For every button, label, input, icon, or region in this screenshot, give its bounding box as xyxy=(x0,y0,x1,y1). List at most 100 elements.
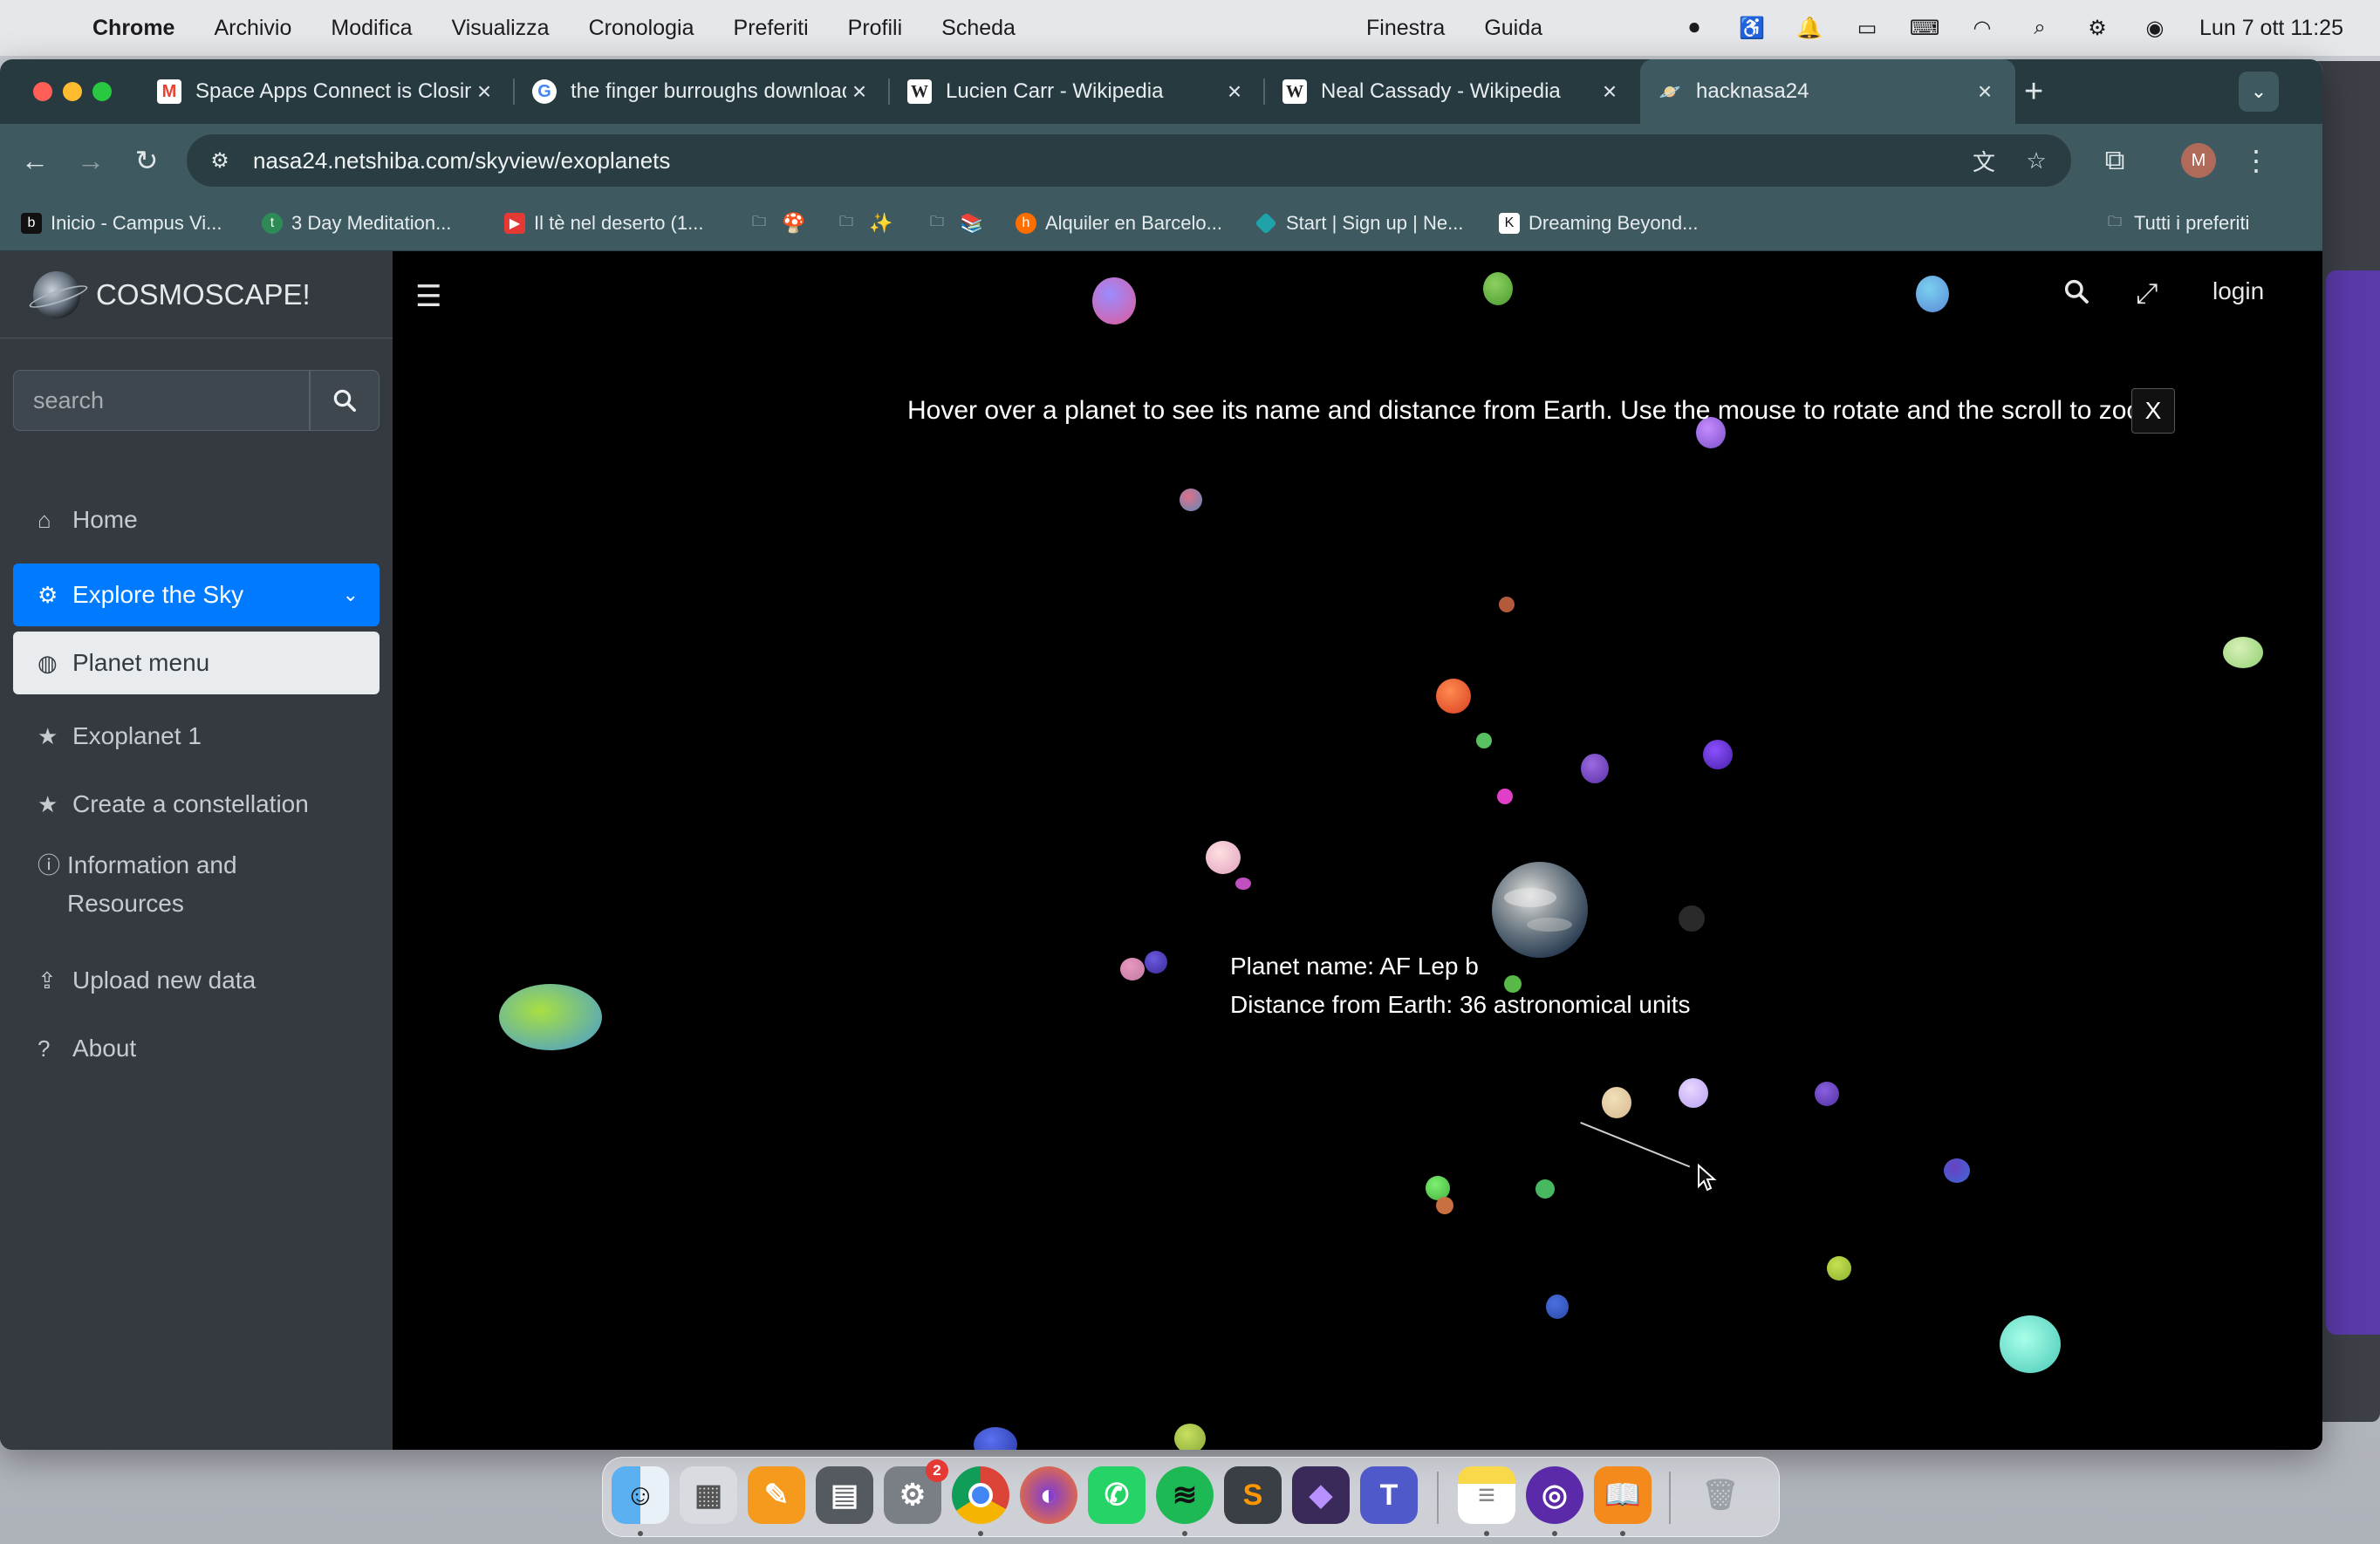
sidebar-item-information-resources[interactable]: ⓘ Information and Resources xyxy=(13,846,275,923)
translate-icon[interactable]: 文 xyxy=(1966,143,2001,178)
close-instructions-button[interactable]: X xyxy=(2131,388,2175,434)
planet[interactable] xyxy=(1476,733,1492,748)
teams-icon[interactable]: T xyxy=(1360,1466,1418,1524)
forward-icon[interactable]: → xyxy=(73,143,108,178)
wifi-icon[interactable]: ◠ xyxy=(1969,17,1995,40)
planet[interactable] xyxy=(1174,1424,1206,1450)
close-tab-icon[interactable]: × xyxy=(1221,78,1248,106)
planet[interactable] xyxy=(974,1427,1017,1450)
menu-guida[interactable]: Guida xyxy=(1484,16,1542,41)
sky-3d-canvas[interactable] xyxy=(393,251,2322,1450)
zoom-window-button[interactable] xyxy=(92,82,112,101)
sidebar-item-home[interactable]: ⌂ Home xyxy=(13,494,380,546)
notification-icon[interactable]: 🔔 xyxy=(1796,17,1823,40)
menu-archivio[interactable]: Archivio xyxy=(214,16,291,41)
record-icon[interactable]: ⏺ xyxy=(1681,16,1707,39)
fullscreen-icon[interactable]: ⤢ xyxy=(2136,277,2158,311)
menu-preferiti[interactable]: Preferiti xyxy=(734,16,809,41)
sidebar-item-upload-data[interactable]: ⇪ Upload new data xyxy=(13,954,380,1007)
menu-scheda[interactable]: Scheda xyxy=(941,16,1016,41)
menu-modifica[interactable]: Modifica xyxy=(331,16,412,41)
launchpad-icon[interactable]: ▦ xyxy=(680,1466,737,1524)
planet[interactable] xyxy=(1916,276,1949,312)
menubar-clock[interactable]: Lun 7 ott 11:25 xyxy=(2199,16,2343,41)
planet[interactable] xyxy=(1581,754,1609,783)
bookmark-item[interactable]: t3 Day Meditation... xyxy=(262,212,451,235)
planet[interactable] xyxy=(1827,1256,1851,1281)
bookmark-item[interactable]: K Dreaming Beyond... xyxy=(1499,212,1698,235)
close-window-button[interactable] xyxy=(33,82,52,101)
battery-icon[interactable]: ▭ xyxy=(1854,17,1880,40)
system-settings-icon[interactable]: ⚙ 2 xyxy=(884,1459,948,1524)
planet[interactable] xyxy=(1602,1087,1631,1118)
earth-globe[interactable] xyxy=(1492,862,1588,958)
planet[interactable] xyxy=(1815,1082,1839,1106)
notes-icon[interactable]: ≡ xyxy=(1458,1466,1515,1524)
menu-visualizza[interactable]: Visualizza xyxy=(451,16,549,41)
chrome-icon[interactable] xyxy=(952,1466,1009,1524)
profile-avatar[interactable]: M xyxy=(2181,143,2216,178)
sidebar-item-create-constellation[interactable]: ★ Create a constellation xyxy=(13,778,380,830)
bookmark-item[interactable]: h Alquiler en Barcelo... xyxy=(1016,212,1222,235)
calculator-icon[interactable]: ▤ xyxy=(816,1466,873,1524)
planet[interactable] xyxy=(1120,958,1145,980)
close-tab-icon[interactable]: × xyxy=(1597,78,1623,106)
bookmark-item[interactable]: ▶ Il tè nel deserto (1... xyxy=(504,212,703,235)
hamburger-menu-icon[interactable]: ☰ xyxy=(415,279,441,314)
tab-google-search[interactable]: G the finger burroughs download × xyxy=(515,59,890,124)
accessibility-icon[interactable]: ♿ xyxy=(1739,17,1765,40)
bookmark-item[interactable]: b Inicio - Campus Vi... xyxy=(21,212,222,235)
siri-icon[interactable]: ◉ xyxy=(2142,17,2168,40)
tab-neal-cassady[interactable]: W Neal Cassady - Wikipedia × xyxy=(1265,59,1640,124)
planet[interactable] xyxy=(1436,679,1471,714)
chrome-menu-icon[interactable]: ⋮ xyxy=(2239,143,2274,178)
books-icon[interactable]: 📖 xyxy=(1594,1466,1652,1524)
planet[interactable] xyxy=(1206,841,1241,874)
login-link[interactable]: login xyxy=(2212,277,2264,305)
all-bookmarks-folder[interactable]: 🗀 Tutti i preferiti xyxy=(2104,212,2249,235)
tab-hacknasa24[interactable]: 🪐 hacknasa24 × xyxy=(1640,59,2015,124)
extensions-icon[interactable]: ⧉ xyxy=(2097,143,2132,178)
tab-search-button[interactable]: ⌄ xyxy=(2239,72,2279,112)
bookmark-folder[interactable]: 🗀 ✨ xyxy=(836,212,892,235)
planet[interactable] xyxy=(2000,1315,2061,1373)
minimize-window-button[interactable] xyxy=(63,82,82,101)
planet[interactable] xyxy=(1235,878,1251,890)
search-input[interactable] xyxy=(13,370,310,431)
sidebar-item-exoplanet-1[interactable]: ★ Exoplanet 1 xyxy=(13,710,380,762)
firefox-icon[interactable]: ◐ xyxy=(1020,1466,1077,1524)
planet[interactable] xyxy=(499,984,602,1050)
planet[interactable] xyxy=(1703,740,1733,769)
whatsapp-icon[interactable]: ✆ xyxy=(1088,1466,1146,1524)
spotlight-icon[interactable]: ⌕ xyxy=(2027,16,2053,39)
planet[interactable] xyxy=(1145,951,1167,974)
sidebar-item-explore-the-sky[interactable]: ⚙ Explore the Sky ⌄ xyxy=(13,564,380,626)
menu-profili[interactable]: Profili xyxy=(848,16,903,41)
search-icon[interactable] xyxy=(2062,277,2090,312)
planet[interactable] xyxy=(1092,277,1136,325)
close-tab-icon[interactable]: × xyxy=(1972,78,1998,106)
planet[interactable] xyxy=(1499,597,1515,612)
close-tab-icon[interactable]: × xyxy=(471,78,497,106)
site-info-icon[interactable]: ⚙ xyxy=(202,143,237,178)
bookmark-folder[interactable]: 🗀 🍄 xyxy=(749,212,805,235)
menu-finestra[interactable]: Finestra xyxy=(1366,16,1445,41)
planet[interactable] xyxy=(1483,272,1513,305)
url-text[interactable]: nasa24.netshiba.com/skyview/exoplanets xyxy=(253,147,1966,174)
back-icon[interactable]: ← xyxy=(17,143,52,178)
tor-browser-icon[interactable]: ◎ xyxy=(1526,1466,1583,1524)
tab-lucien-carr[interactable]: W Lucien Carr - Wikipedia × xyxy=(890,59,1265,124)
sublime-text-icon[interactable]: S xyxy=(1224,1466,1282,1524)
address-bar[interactable]: ⚙ nasa24.netshiba.com/skyview/exoplanets… xyxy=(187,134,2071,187)
finder-icon[interactable]: ☺ xyxy=(612,1466,669,1524)
reload-icon[interactable]: ↻ xyxy=(129,143,164,178)
bookmark-item[interactable]: Start | Sign up | Ne... xyxy=(1255,212,1463,235)
planet[interactable] xyxy=(1679,1078,1708,1108)
keyboard-icon[interactable]: ⌨ xyxy=(1910,17,1940,40)
close-tab-icon[interactable]: × xyxy=(846,78,872,106)
brand[interactable]: COSMOSCAPE! xyxy=(0,251,393,338)
planet[interactable] xyxy=(1535,1179,1555,1199)
planet[interactable] xyxy=(1546,1295,1569,1319)
bookmark-star-icon[interactable]: ☆ xyxy=(2019,143,2054,178)
new-tab-button[interactable]: + xyxy=(2024,75,2043,108)
